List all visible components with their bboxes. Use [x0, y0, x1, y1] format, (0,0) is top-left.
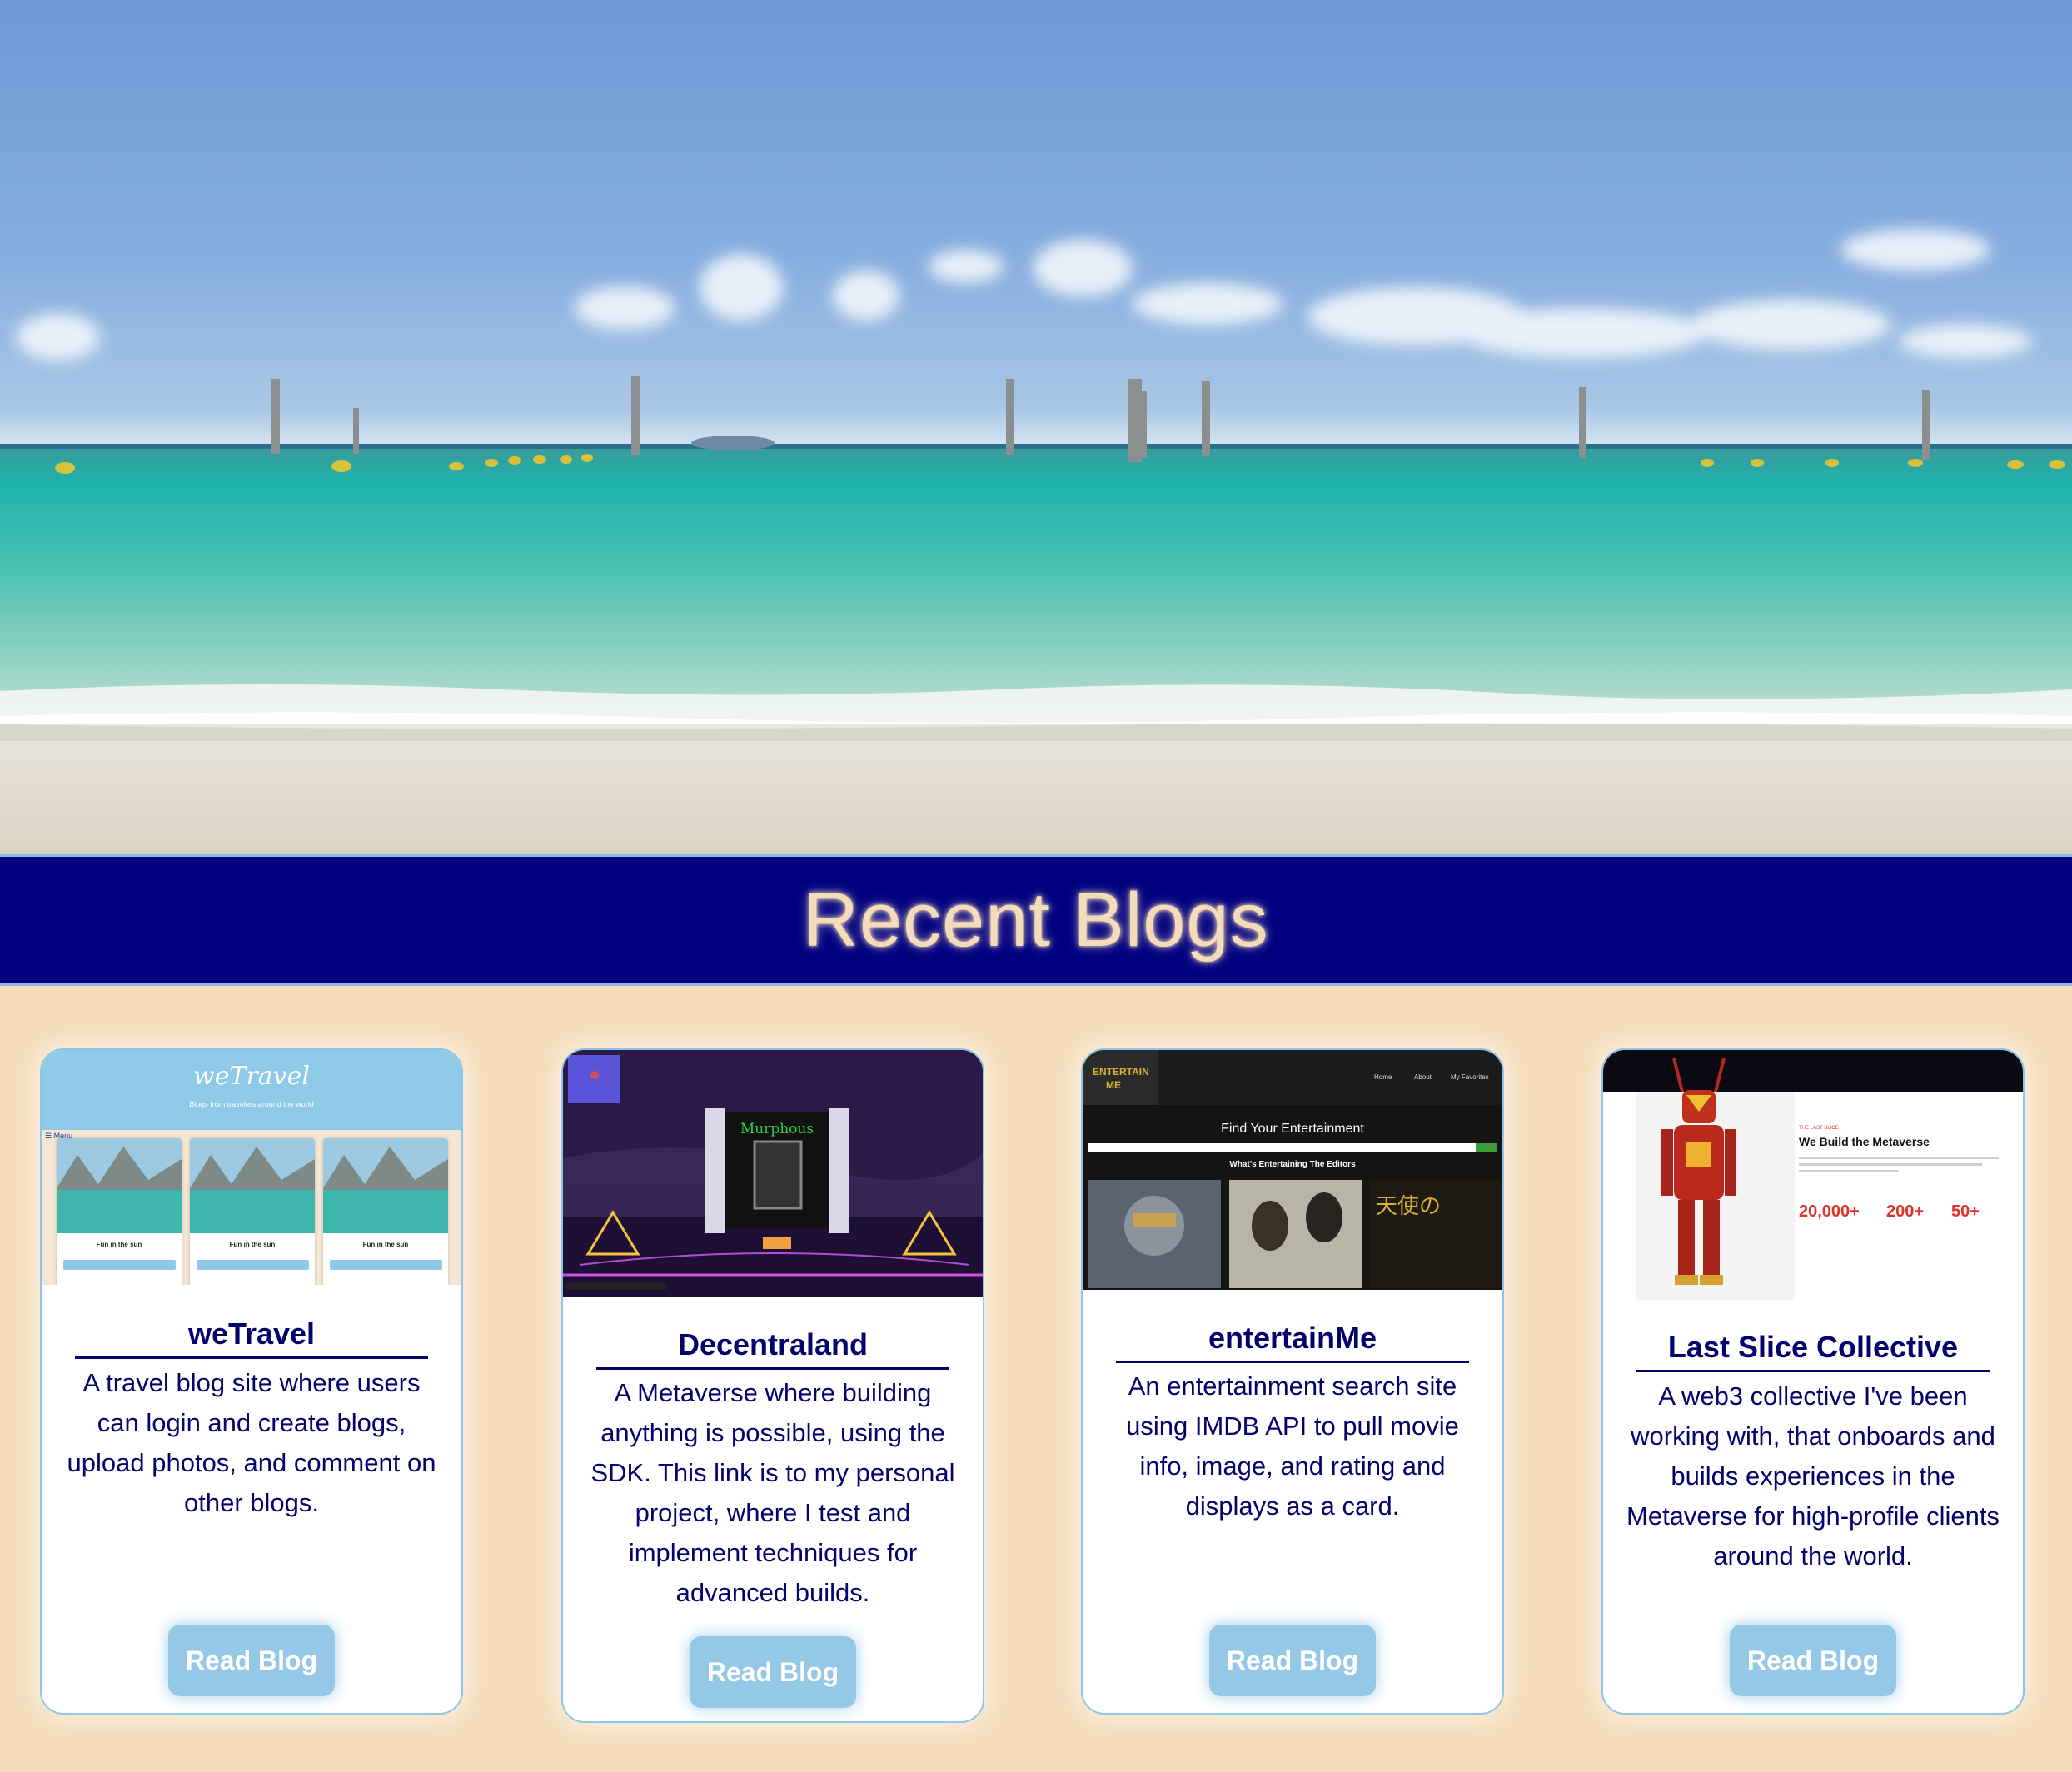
card-description: A travel blog site where users can login…: [67, 1368, 436, 1517]
card-description: An entertainment search site using IMDB …: [1126, 1371, 1459, 1521]
entertainme-screenshot: ENTERTAIN ME Home About My Favorites Fin…: [1083, 1050, 1502, 1290]
card-title: entertainMe: [1116, 1321, 1469, 1363]
nav-home: Home: [1374, 1073, 1392, 1081]
svg-text:THE LAST SLICE: THE LAST SLICE: [1799, 1126, 1839, 1131]
last-slice-screenshot: THE LAST SLICE We Build the Metaverse 20…: [1603, 1050, 2023, 1300]
entertainme-search: [1088, 1143, 1497, 1152]
blog-card-entertainme: ENTERTAIN ME Home About My Favorites Fin…: [1081, 1048, 1504, 1715]
entertainme-heading: Find Your Entertainment: [1221, 1122, 1364, 1136]
mini-post: Fun in the sun: [323, 1138, 448, 1285]
card-title: Decentraland: [596, 1327, 949, 1370]
mini-post: Fun in the sun: [190, 1138, 315, 1285]
entertainme-nav: ENTERTAIN ME Home About My Favorites: [1083, 1050, 1502, 1105]
recent-blogs-banner: Recent Blogs: [0, 854, 2072, 986]
svg-text:ME: ME: [1106, 1079, 1121, 1091]
hero-image: [0, 0, 2072, 854]
wetravel-tagline: Blogs from travelers around the world: [189, 1100, 314, 1108]
blog-card-last-slice-collective: THE LAST SLICE We Build the Metaverse 20…: [1601, 1048, 2025, 1715]
section-title: Recent Blogs: [803, 877, 1269, 963]
svg-text:天使の: 天使の: [1376, 1194, 1441, 1219]
beach-scene: [0, 229, 2072, 854]
blog-card-decentraland: Murphous Decentraland A Metaverse where …: [561, 1048, 984, 1723]
svg-text:50+: 50+: [1951, 1202, 1980, 1221]
entertainme-subheading: What's Entertaining The Editors: [1229, 1160, 1356, 1169]
mini-post: Fun in the sun: [57, 1138, 182, 1285]
read-blog-button[interactable]: Read Blog: [168, 1625, 335, 1696]
svg-text:200+: 200+: [1886, 1202, 1924, 1221]
wetravel-logo: weTravel: [193, 1062, 310, 1091]
read-blog-button[interactable]: Read Blog: [1209, 1625, 1376, 1696]
movie-posters: 天使の: [1088, 1180, 1502, 1288]
wetravel-header: weTravel Blogs from travelers around the…: [42, 1050, 461, 1130]
card-description: A web3 collective I've been working with…: [1626, 1381, 2000, 1570]
card-title: weTravel: [75, 1317, 428, 1359]
svg-text:ENTERTAIN: ENTERTAIN: [1093, 1066, 1149, 1078]
read-blog-button[interactable]: Read Blog: [690, 1636, 856, 1708]
svg-text:20,000+: 20,000+: [1799, 1202, 1860, 1221]
decentraland-sign: Murphous: [740, 1121, 814, 1137]
blog-card-wetravel: weTravel Blogs from travelers around the…: [40, 1048, 463, 1715]
card-title: Last Slice Collective: [1636, 1330, 1990, 1372]
last-slice-heading: We Build the Metaverse: [1799, 1135, 1930, 1148]
nav-about: About: [1414, 1073, 1432, 1081]
entertainme-logo-icon: ENTERTAIN ME: [1083, 1050, 1158, 1105]
read-blog-button[interactable]: Read Blog: [1730, 1625, 1896, 1696]
wetravel-screenshot: weTravel Blogs from travelers around the…: [42, 1050, 461, 1285]
decentraland-screenshot: Murphous: [563, 1050, 983, 1297]
nav-favorites: My Favorites: [1451, 1073, 1489, 1081]
card-description: A Metaverse where building anything is p…: [590, 1378, 955, 1607]
